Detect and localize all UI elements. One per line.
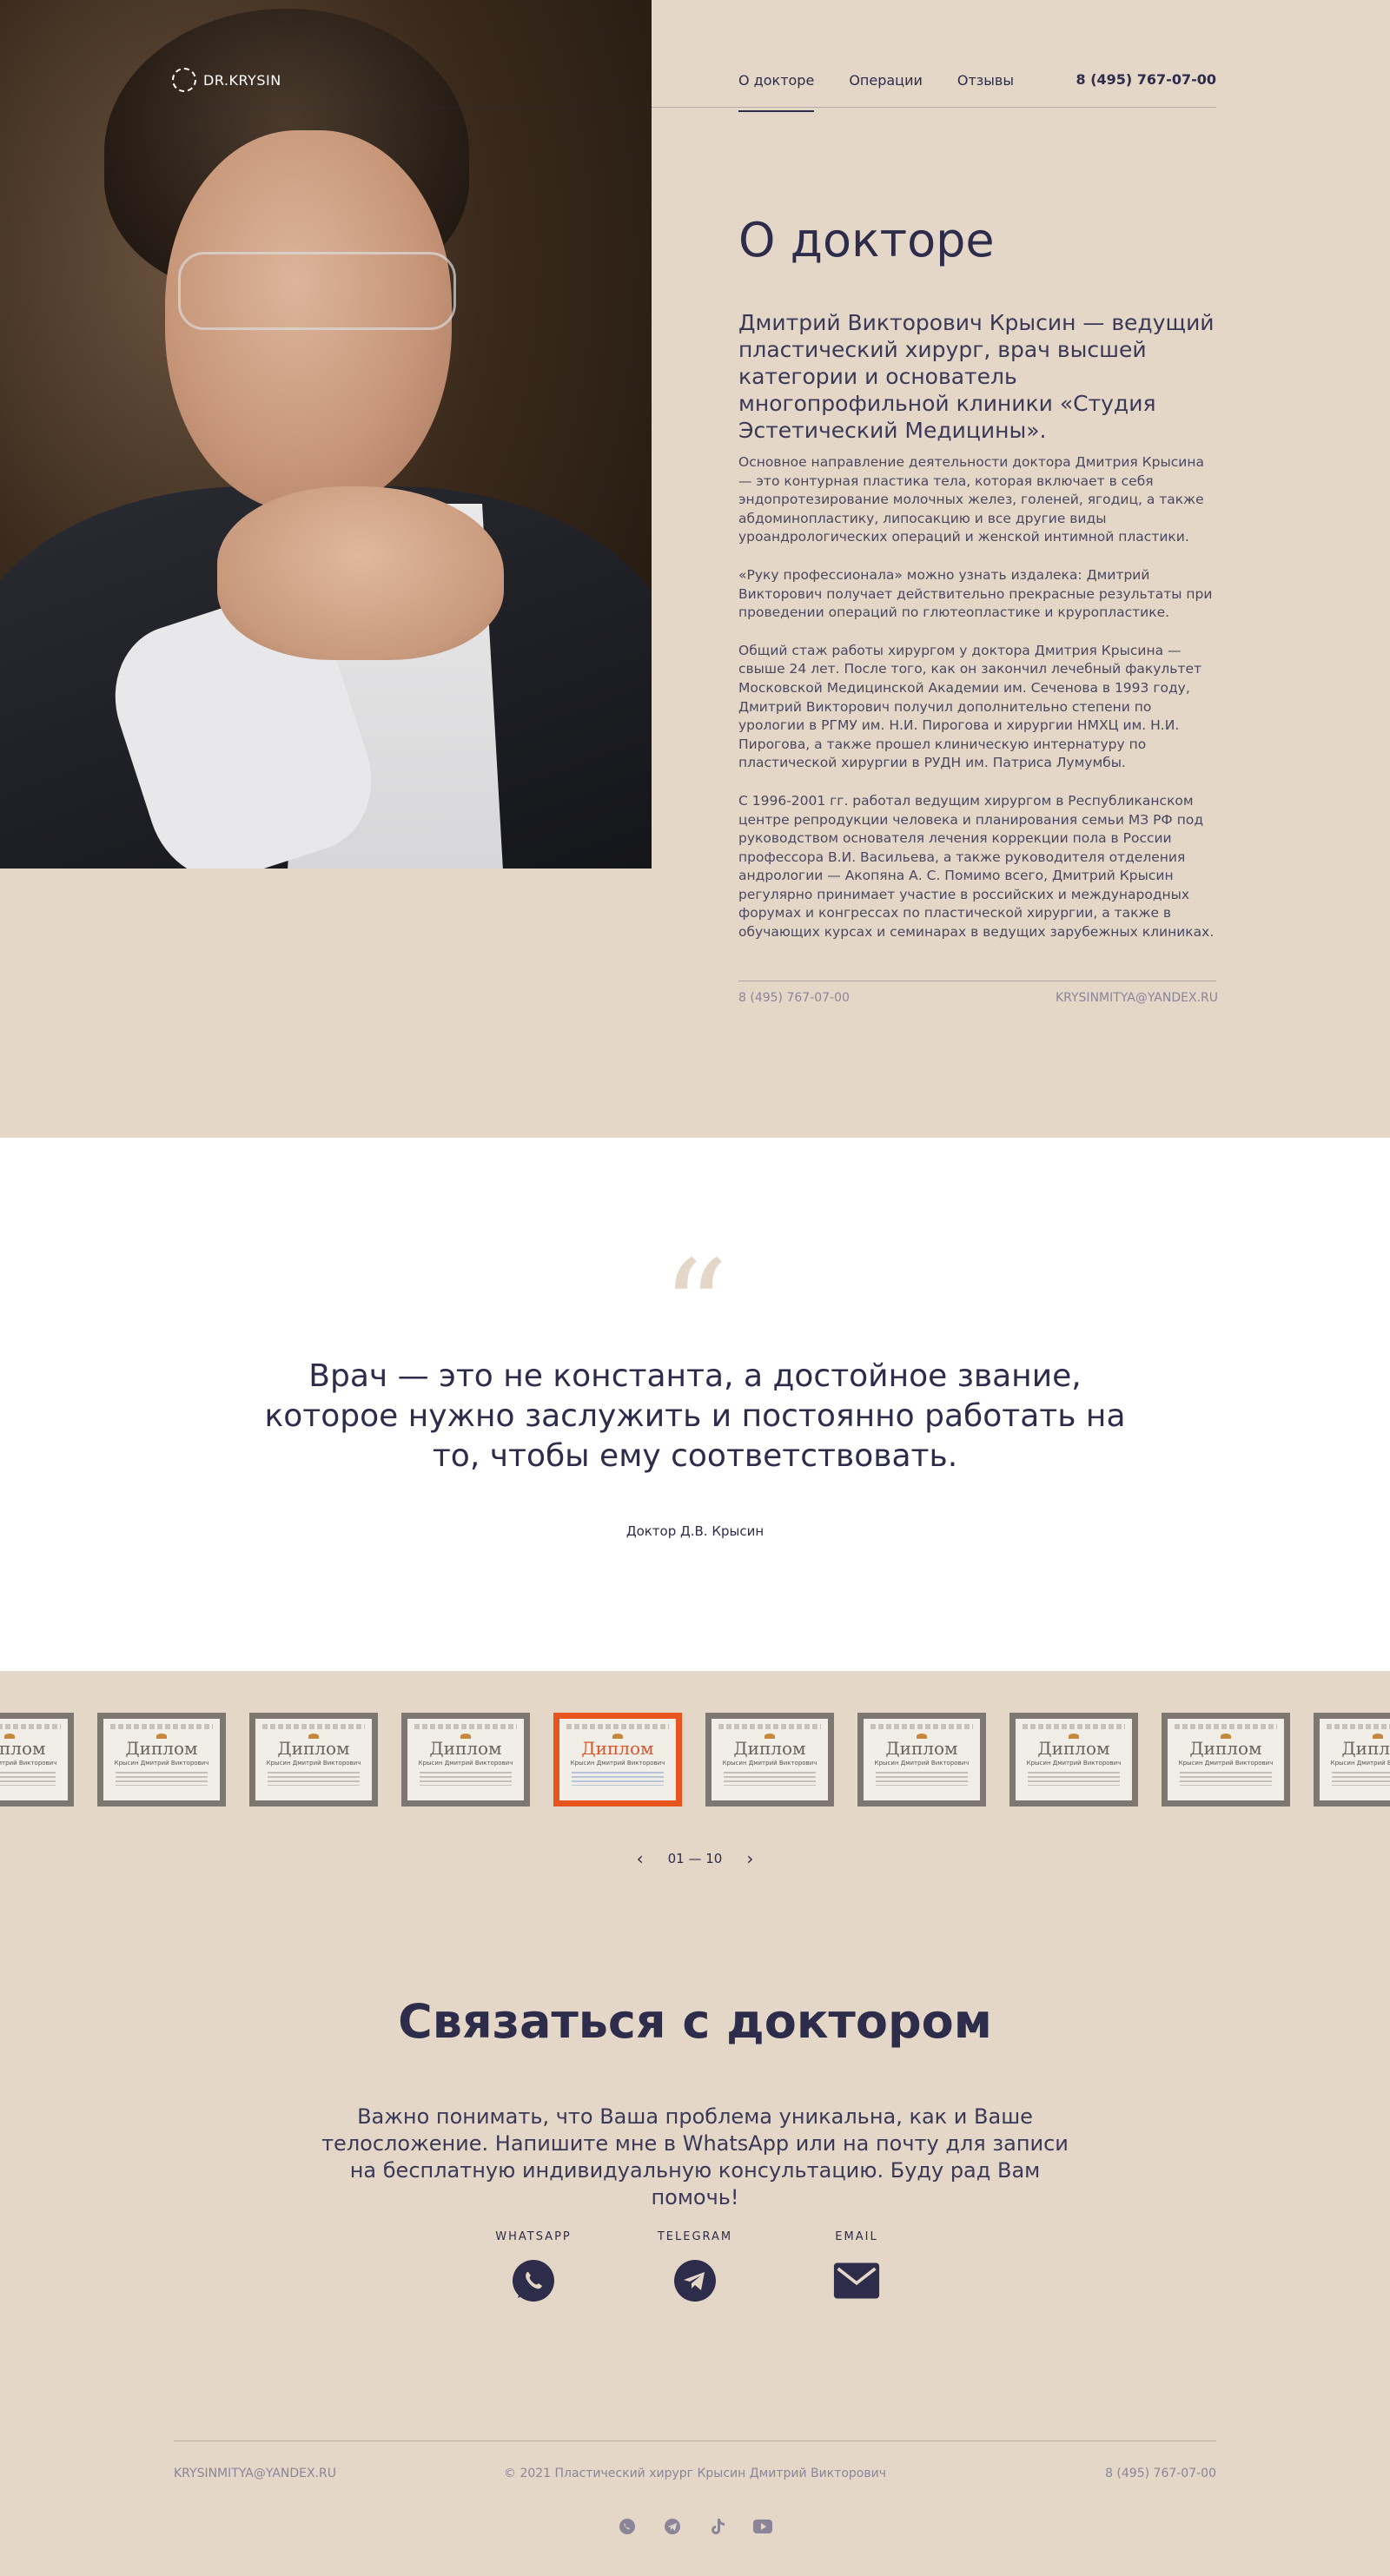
nav-item-reviews[interactable]: Отзывы [957, 72, 1014, 111]
diploma-thumbnail[interactable]: ДипломКрысин Дмитрий Викторович [401, 1713, 530, 1807]
quote-text: Врач — это не константа, а достойное зва… [264, 1358, 1126, 1474]
footer-phone-link[interactable]: 8 (495) 767-07-00 [1105, 2467, 1216, 2480]
diploma-name: Крысин Дмитрий Викторович [570, 1760, 665, 1767]
quote-section: “ Врач — это не константа, а достойное з… [0, 1138, 1390, 1671]
diploma-thumbnail[interactable]: ДипломКрысин Дмитрий Викторович [857, 1713, 986, 1807]
contact-text: Важно понимать, что Ваша проблема уникал… [321, 2104, 1069, 2209]
diploma-thumbnail[interactable]: ДипломКрысин Дмитрий Викторович [249, 1713, 378, 1807]
diploma-name: Крысин Дмитрий Викторович [1330, 1760, 1390, 1767]
chevron-left-icon[interactable]: ‹ [637, 1848, 644, 1869]
diploma-title: Диплом [1037, 1738, 1110, 1759]
diploma-thumbnail[interactable]: ДипломКрысин Дмитрий Викторович [1009, 1713, 1138, 1807]
about-phone-link[interactable]: 8 (495) 767-07-00 [738, 991, 850, 1005]
email-button[interactable]: EMAIL [822, 2230, 891, 2304]
diploma-thumbnail[interactable]: ДипломКрысин Дмитрий Викторович [1162, 1713, 1290, 1807]
about-section: DR.KRYSIN О докторе Операции Отзывы 8 (4… [0, 0, 1390, 1138]
diploma-name: Крысин Дмитрий Викторович [1178, 1760, 1274, 1767]
diploma-title: Диплом [581, 1738, 654, 1759]
about-paragraph: С 1996-2001 гг. работал ведущим хирургом… [738, 792, 1215, 941]
diploma-name: Крысин Дмитрий Викторович [266, 1760, 361, 1767]
diploma-title: Диплом [733, 1738, 806, 1759]
chevron-right-icon[interactable]: › [746, 1848, 753, 1869]
slider-counter: 01 — 10 [667, 1851, 723, 1866]
diploma-name: Крысин Дмитрий Викторович [0, 1760, 57, 1767]
logo-text: DR.KRYSIN [203, 71, 281, 89]
about-paragraph: «Руку профессионала» можно узнать издале… [738, 566, 1213, 621]
channel-label: TELEGRAM [657, 2230, 733, 2243]
diploma-thumbnail[interactable]: ДипломКрысин Дмитрий Викторович [97, 1713, 226, 1807]
diploma-thumbnail[interactable]: ДипломКрысин Дмитрий Викторович [0, 1713, 74, 1807]
diploma-title: Диплом [277, 1738, 350, 1759]
logo-circle-icon [172, 68, 196, 92]
diploma-title: Диплом [1341, 1738, 1390, 1759]
about-paragraph: Основное направление деятельности доктор… [738, 454, 1204, 545]
diploma-title: Диплом [429, 1738, 502, 1759]
slider-pager: ‹ 01 — 10 › [0, 1848, 1390, 1869]
diploma-name: Крысин Дмитрий Викторович [722, 1760, 817, 1767]
contact-title: Связаться с доктором [398, 1994, 992, 2049]
diploma-name: Крысин Дмитрий Викторович [114, 1760, 209, 1767]
header-divider [174, 107, 1216, 108]
youtube-icon[interactable] [753, 2517, 772, 2536]
diploma-thumbnail[interactable]: ДипломКрысин Дмитрий Викторович [705, 1713, 834, 1807]
contact-channels: WHATSAPP TELEGRAM EMAIL [0, 2230, 1390, 2304]
whatsapp-button[interactable]: WHATSAPP [495, 2230, 570, 2304]
diploma-title: Диплом [0, 1738, 46, 1759]
diploma-title: Диплом [885, 1738, 958, 1759]
tiktok-icon[interactable] [708, 2517, 727, 2536]
diploma-title: Диплом [125, 1738, 198, 1759]
diploma-name: Крысин Дмитрий Викторович [874, 1760, 970, 1767]
header-phone-link[interactable]: 8 (495) 767-07-00 [1076, 71, 1216, 88]
telegram-icon[interactable] [663, 2517, 682, 2536]
whatsapp-icon[interactable] [618, 2517, 637, 2536]
site-logo[interactable]: DR.KRYSIN [172, 68, 281, 92]
whatsapp-icon [510, 2257, 557, 2304]
quote-icon: “ [661, 1233, 729, 1384]
doctor-portrait [0, 0, 652, 869]
channel-label: WHATSAPP [495, 2230, 572, 2243]
nav-item-about[interactable]: О докторе [738, 72, 815, 112]
telegram-icon [672, 2257, 718, 2304]
page-title: О докторе [738, 213, 995, 268]
diploma-name: Крысин Дмитрий Викторович [1026, 1760, 1122, 1767]
diploma-thumbnail[interactable]: ДипломКрысин Дмитрий Викторович [1314, 1713, 1390, 1807]
about-lead: Дмитрий Викторович Крысин — ведущий плас… [738, 310, 1215, 443]
diploma-thumbnail[interactable]: ДипломКрысин Дмитрий Викторович [553, 1713, 682, 1807]
about-email-link[interactable]: KRYSINMITYA@YANDEX.RU [1056, 991, 1218, 1005]
quote-author: Доктор Д.В. Крысин [626, 1523, 764, 1539]
diploma-slider: ДипломКрысин Дмитрий ВикторовичДипломКры… [0, 1713, 1390, 1808]
mail-icon [833, 2257, 880, 2304]
footer-socials [0, 2517, 1390, 2536]
telegram-button[interactable]: TELEGRAM [657, 2230, 733, 2304]
about-body: Основное направление деятельности доктор… [738, 453, 1221, 961]
channel-label: EMAIL [835, 2230, 878, 2243]
main-nav: О докторе Операции Отзывы [738, 72, 1014, 112]
diploma-name: Крысин Дмитрий Викторович [418, 1760, 513, 1767]
nav-item-operations[interactable]: Операции [849, 72, 923, 111]
about-paragraph: Общий стаж работы хирургом у доктора Дми… [738, 642, 1202, 771]
diploma-title: Диплом [1189, 1738, 1262, 1759]
